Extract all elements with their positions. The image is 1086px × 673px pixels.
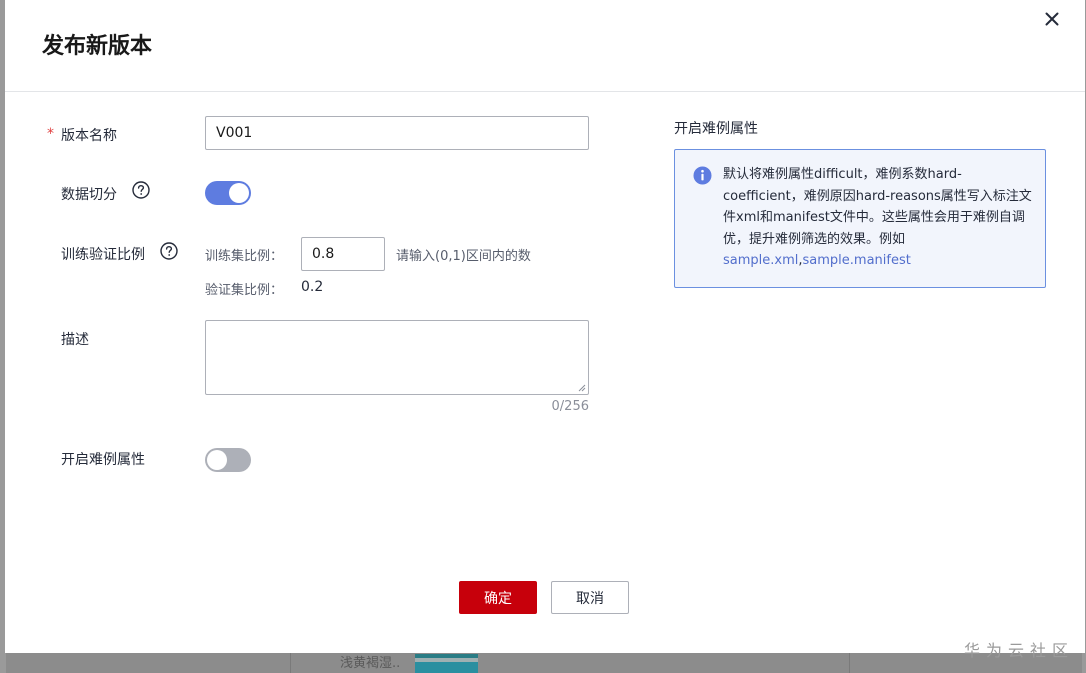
info-description: 默认将难例属性difficult，难例系数hard-coefficient，难例… bbox=[723, 167, 1032, 247]
header-divider bbox=[5, 91, 1085, 92]
version-name-label: 版本名称 bbox=[61, 128, 117, 144]
description-textarea[interactable] bbox=[205, 320, 589, 395]
toggle-knob bbox=[207, 450, 227, 470]
hard-example-info-box: 默认将难例属性difficult，难例系数hard-coefficient，难例… bbox=[674, 149, 1046, 288]
info-icon bbox=[693, 166, 712, 185]
close-button[interactable] bbox=[1041, 8, 1063, 30]
cancel-button[interactable]: 取消 bbox=[551, 581, 629, 614]
hard-example-panel-title: 开启难例属性 bbox=[674, 121, 758, 137]
dialog-title: 发布新版本 bbox=[42, 34, 153, 59]
hard-example-toggle[interactable] bbox=[205, 448, 251, 472]
sample-xml-link[interactable]: sample.xml bbox=[723, 253, 798, 268]
version-name-input[interactable]: V001 bbox=[205, 116, 589, 150]
publish-version-dialog: 发布新版本 * 版本名称 V001 数据切分 训练验证比例 训练集比例： 0.8… bbox=[5, 0, 1085, 653]
data-split-toggle[interactable] bbox=[205, 181, 251, 205]
version-name-value: V001 bbox=[216, 125, 253, 141]
sample-manifest-link[interactable]: sample.manifest bbox=[803, 253, 911, 268]
background-row-text: 浅黄褐湿.. bbox=[340, 656, 401, 671]
question-circle-icon[interactable] bbox=[132, 181, 150, 199]
background-color-swatch bbox=[415, 654, 478, 673]
toggle-knob bbox=[229, 183, 249, 203]
val-ratio-value: 0.2 bbox=[301, 279, 324, 295]
val-ratio-label: 验证集比例： bbox=[205, 283, 284, 298]
train-val-ratio-label: 训练验证比例 bbox=[61, 247, 145, 263]
watermark: 华为云社区 bbox=[964, 641, 1075, 660]
resize-grip-icon[interactable] bbox=[578, 384, 586, 392]
question-circle-icon[interactable] bbox=[160, 242, 178, 260]
train-ratio-value: 0.8 bbox=[312, 246, 335, 262]
close-icon bbox=[1045, 12, 1059, 26]
train-ratio-input[interactable]: 0.8 bbox=[301, 237, 385, 271]
required-mark: * bbox=[47, 126, 54, 142]
info-text-block: 默认将难例属性difficult，难例系数hard-coefficient，难例… bbox=[723, 164, 1035, 272]
confirm-button[interactable]: 确定 bbox=[459, 581, 537, 614]
description-label: 描述 bbox=[61, 332, 89, 348]
train-ratio-label: 训练集比例： bbox=[205, 249, 284, 264]
train-ratio-hint: 请输入(0,1)区间内的数 bbox=[396, 249, 531, 264]
data-split-label: 数据切分 bbox=[61, 187, 117, 203]
hard-example-label: 开启难例属性 bbox=[61, 452, 145, 468]
description-char-count: 0/256 bbox=[551, 399, 589, 414]
